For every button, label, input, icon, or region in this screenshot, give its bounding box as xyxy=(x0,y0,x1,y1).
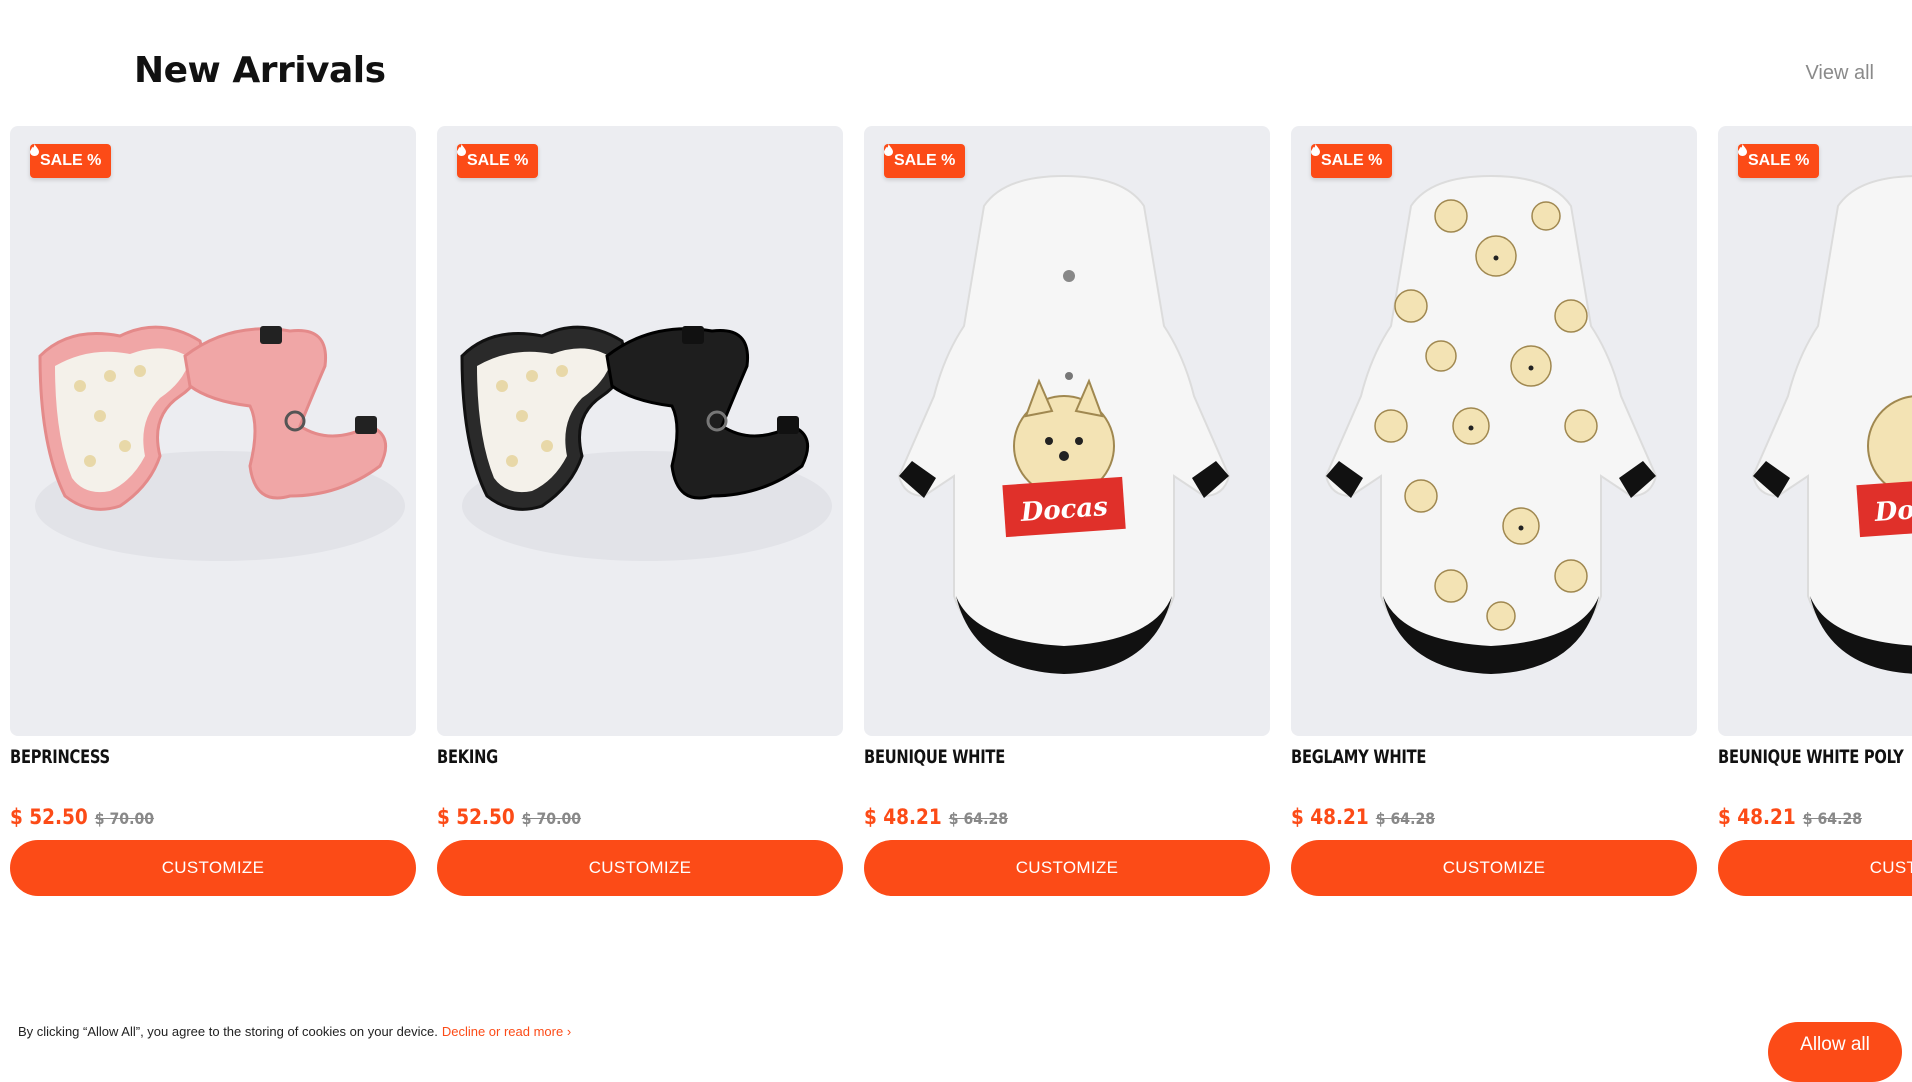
product-name[interactable]: BEUNIQUE WHITE xyxy=(864,746,1005,768)
product-card[interactable]: Docas SALE % BEUNIQUE WHITE POLY $ 48.21… xyxy=(1718,126,1912,901)
sale-badge-label: SALE % xyxy=(894,152,956,169)
original-price: $ 64.28 xyxy=(1802,809,1863,828)
price-row: $ 52.50 $ 70.00 xyxy=(437,805,581,829)
product-image-white-hoodie[interactable]: Docas SALE % xyxy=(864,126,1270,736)
patterned-hoodie-image xyxy=(1324,174,1658,674)
sale-badge: SALE % xyxy=(1738,144,1820,178)
sale-price: $ 52.50 xyxy=(437,805,515,829)
sale-badge: SALE % xyxy=(30,144,112,178)
allow-all-button[interactable]: Allow all xyxy=(1768,1022,1902,1082)
sale-price: $ 48.21 xyxy=(864,805,942,829)
svg-text:Docas: Docas xyxy=(1873,492,1912,528)
product-name[interactable]: BEGLAMY WHITE xyxy=(1291,746,1426,768)
customize-button[interactable]: CUSTOMIZE xyxy=(864,840,1270,896)
customize-button[interactable]: CUSTOMIZE xyxy=(10,840,416,896)
price-row: $ 48.21 $ 64.28 xyxy=(1291,805,1435,829)
customize-button[interactable]: CUSTOMIZE xyxy=(1291,840,1697,896)
sale-badge-label: SALE % xyxy=(40,152,102,169)
sale-price: $ 48.21 xyxy=(1291,805,1369,829)
sale-badge: SALE % xyxy=(457,144,539,178)
flame-icon xyxy=(1738,144,1747,156)
sale-badge: SALE % xyxy=(1311,144,1393,178)
product-name[interactable]: BEPRINCESS xyxy=(10,746,110,768)
flame-icon xyxy=(884,144,893,156)
decline-link[interactable]: Decline or read more › xyxy=(442,1024,571,1039)
white-hoodie-image: Docas xyxy=(1751,175,1912,674)
sale-price: $ 48.21 xyxy=(1718,805,1796,829)
price-row: $ 52.50 $ 70.00 xyxy=(10,805,154,829)
cookie-banner: By clicking “Allow All”, you agree to th… xyxy=(18,1024,571,1039)
original-price: $ 64.28 xyxy=(1375,809,1436,828)
product-carousel[interactable]: SALE % BEPRINCESS $ 52.50 $ 70.00 CUSTOM… xyxy=(10,126,1912,906)
original-price: $ 70.00 xyxy=(94,809,155,828)
sale-price: $ 52.50 xyxy=(10,805,88,829)
sale-badge-label: SALE % xyxy=(467,152,529,169)
cookie-text: By clicking “Allow All”, you agree to th… xyxy=(18,1024,438,1039)
svg-text:Docas: Docas xyxy=(1019,492,1109,528)
view-all-link[interactable]: View all xyxy=(1805,62,1874,85)
product-card[interactable]: Docas SALE % BEUNIQUE WHITE $ 48.21 $ 64… xyxy=(864,126,1270,901)
product-card[interactable]: SALE % BEKING $ 52.50 $ 70.00 CUSTOMIZE xyxy=(437,126,843,901)
product-card[interactable]: SALE % BEGLAMY WHITE $ 48.21 $ 64.28 CUS… xyxy=(1291,126,1697,901)
original-price: $ 64.28 xyxy=(948,809,1009,828)
sale-badge: SALE % xyxy=(884,144,966,178)
black-harness-image xyxy=(460,325,832,561)
product-name[interactable]: BEKING xyxy=(437,746,498,768)
flame-icon xyxy=(30,144,39,156)
product-name[interactable]: BEUNIQUE WHITE POLY xyxy=(1718,746,1904,768)
product-image-white-hoodie[interactable]: Docas SALE % xyxy=(1718,126,1912,736)
original-price: $ 70.00 xyxy=(521,809,582,828)
customize-button[interactable]: CUSTOMIZE xyxy=(437,840,843,896)
flame-icon xyxy=(457,144,466,156)
sale-badge-label: SALE % xyxy=(1748,152,1810,169)
product-card[interactable]: SALE % BEPRINCESS $ 52.50 $ 70.00 CUSTOM… xyxy=(10,126,416,901)
price-row: $ 48.21 $ 64.28 xyxy=(1718,805,1862,829)
white-hoodie-image: Docas xyxy=(897,174,1231,674)
product-image-pink-harness[interactable]: SALE % xyxy=(10,126,416,736)
product-image-black-harness[interactable]: SALE % xyxy=(437,126,843,736)
sale-badge-label: SALE % xyxy=(1321,152,1383,169)
pink-harness-image xyxy=(35,325,405,561)
product-image-patterned-hoodie[interactable]: SALE % xyxy=(1291,126,1697,736)
section-header: New Arrivals View all xyxy=(0,0,1912,110)
price-row: $ 48.21 $ 64.28 xyxy=(864,805,1008,829)
customize-button[interactable]: CUSTOMIZE xyxy=(1718,840,1912,896)
flame-icon xyxy=(1311,144,1320,156)
section-title: New Arrivals xyxy=(134,50,386,91)
